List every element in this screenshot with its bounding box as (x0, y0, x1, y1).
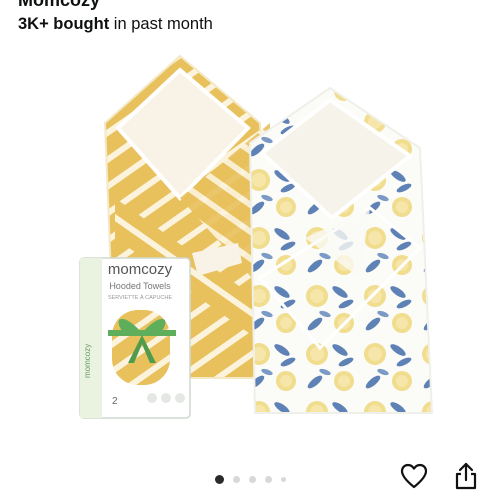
box-side-brand: momcozy (83, 344, 92, 378)
carousel-dot-3[interactable] (248, 475, 256, 483)
carousel-dot-4[interactable] (264, 475, 272, 483)
bought-suffix: in past month (109, 15, 213, 33)
box-count: 2 (112, 396, 118, 407)
share-icon (455, 462, 477, 490)
box-line2: SERVIETTE À CAPUCHE (108, 294, 172, 301)
product-image[interactable]: momcozy Hooded Towels SERVIETTE À CAPUCH… (70, 48, 440, 428)
wishlist-button[interactable] (398, 460, 430, 492)
heart-icon (400, 463, 428, 489)
bought-count-text: 3K+ bought in past month (18, 15, 213, 34)
carousel-dot-5[interactable] (280, 476, 286, 482)
product-title-partial: Momcozy (18, 0, 101, 10)
box-line1: Hooded Towels (109, 281, 171, 291)
carousel-dot-1[interactable] (214, 474, 224, 484)
box-brand: momcozy (108, 261, 173, 278)
share-button[interactable] (450, 460, 482, 492)
gift-box: momcozy Hooded Towels SERVIETTE À CAPUCH… (79, 257, 191, 419)
product-image-svg: momcozy Hooded Towels SERVIETTE À CAPUCH… (79, 54, 434, 419)
bought-count: 3K+ bought (18, 15, 110, 33)
carousel-dot-2[interactable] (232, 475, 240, 483)
lemon-towel (248, 86, 434, 414)
